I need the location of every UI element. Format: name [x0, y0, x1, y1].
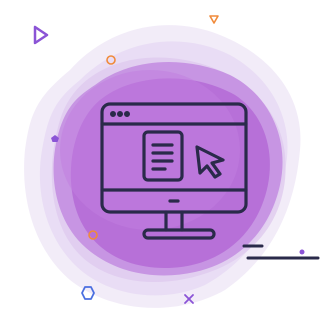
illustration-canvas	[0, 0, 320, 320]
window-dot-1	[109, 110, 116, 117]
window-dot-2	[116, 110, 123, 117]
small-dot-icon	[299, 249, 305, 255]
background-blobs	[24, 25, 301, 308]
window-dot-3	[123, 110, 130, 117]
play-triangle-icon	[33, 25, 49, 45]
blob-highlight	[60, 70, 240, 230]
orange-triangle-icon	[209, 15, 219, 24]
illustration-svg	[24, 15, 320, 308]
